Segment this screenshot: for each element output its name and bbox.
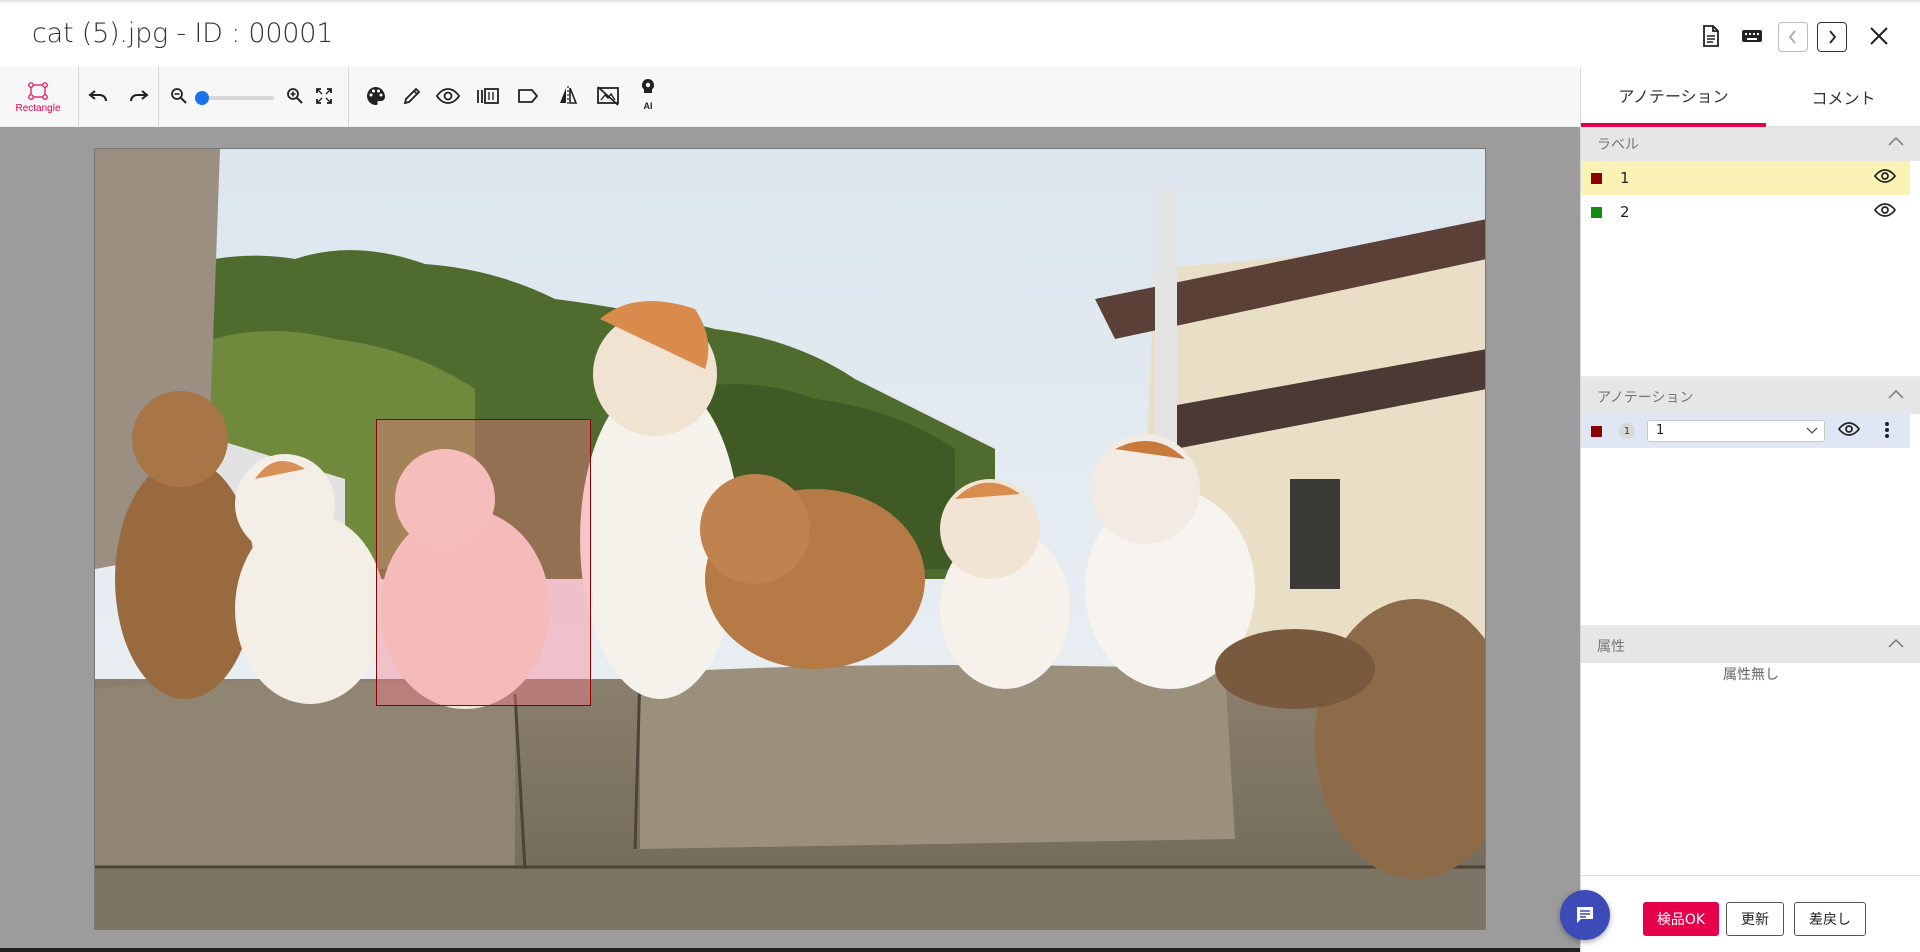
fit-screen-icon [316,88,332,104]
ai-assist-button[interactable]: AI [633,78,663,111]
zoom-slider[interactable] [195,91,274,105]
reject-button[interactable]: 差戻し [1794,902,1866,936]
library-icon [477,88,499,104]
annotation-color-swatch [1591,426,1602,437]
chevron-up-icon[interactable] [1887,637,1905,651]
eye-icon[interactable] [1838,420,1860,438]
chevron-right-icon [1829,30,1837,44]
toolbar-divider [348,67,349,127]
toolbar: Rectangle AI [0,67,1580,127]
ai-icon [641,78,655,93]
rectangle-icon [28,81,48,100]
library-button[interactable] [473,81,503,111]
annotation-label-value: 1 [1656,423,1665,438]
annotation-image[interactable] [94,148,1486,930]
label-color-swatch [1591,207,1602,218]
tab-annotation[interactable]: アノテーション [1581,67,1766,127]
tab-comment[interactable]: コメント [1766,67,1920,127]
label-icon [518,89,539,103]
chat-icon [1577,907,1593,923]
annotation-bounding-box[interactable] [376,419,591,706]
label-color-swatch [1591,173,1602,184]
visibility-button[interactable] [433,81,463,111]
more-options-icon[interactable] [1884,420,1890,440]
attributes-section-title: 属性 [1597,639,1625,655]
chat-button[interactable] [1560,890,1610,940]
label-item-name: 2 [1620,203,1630,221]
previous-button[interactable] [1778,22,1808,52]
rectangle-tool-button[interactable]: Rectangle [8,73,68,121]
flip-icon [560,86,578,106]
next-button[interactable] [1817,22,1847,52]
palette-button[interactable] [361,81,391,111]
canvas-bottom-edge [0,948,1580,952]
zoom-out-button[interactable] [164,81,194,111]
chevron-up-icon[interactable] [1887,135,1905,149]
approve-button[interactable]: 検品OK [1643,902,1719,936]
eye-icon[interactable] [1874,201,1896,219]
pencil-icon [403,87,421,105]
undo-icon [88,90,107,102]
close-icon[interactable] [1863,20,1895,52]
eye-icon [436,88,460,104]
label-button[interactable] [513,81,543,111]
chevron-left-icon [1788,30,1796,44]
no-attributes-text: 属性無し [1723,667,1779,683]
image-canvas[interactable] [0,127,1580,952]
ai-label: AI [643,101,653,111]
redo-button[interactable] [123,81,153,111]
keyboard-icon[interactable] [1736,20,1768,52]
fit-screen-button[interactable] [309,81,339,111]
label-item-1[interactable]: 1 [1581,161,1910,195]
document-icon[interactable] [1695,20,1727,52]
labels-section-header[interactable]: ラベル [1581,127,1920,161]
no-image-icon [597,86,619,106]
right-panel: アノテーション コメント ラベル 1 2 アノテーション 1 1 属性 属性無し… [1580,67,1920,952]
chevron-down-icon [1806,427,1818,434]
panel-footer: 検品OK 更新 差戻し [1581,875,1920,952]
labels-section-title: ラベル [1597,137,1639,153]
palette-icon [367,87,385,105]
zoom-out-icon [171,88,187,104]
header: cat (5).jpg - ID : 00001 [0,0,1920,67]
redo-icon [130,90,149,102]
zoom-in-button[interactable] [280,81,310,111]
toolbar-divider [78,67,79,127]
label-item-name: 1 [1620,169,1630,187]
annotation-label-select[interactable]: 1 [1647,420,1825,442]
panel-tabs: アノテーション コメント [1581,67,1920,127]
cat-photo [95,149,1485,929]
toolbar-divider [158,67,159,127]
annotation-index-badge: 1 [1619,423,1635,439]
annotations-section-header[interactable]: アノテーション [1581,380,1920,414]
chevron-up-icon[interactable] [1887,388,1905,402]
rectangle-tool-label: Rectangle [15,102,61,114]
hide-image-button[interactable] [593,81,623,111]
zoom-in-icon [287,88,303,104]
pencil-button[interactable] [397,81,427,111]
eye-icon[interactable] [1874,167,1896,185]
attributes-section-header[interactable]: 属性 [1581,629,1920,663]
undo-button[interactable] [84,81,114,111]
zoom-slider-thumb[interactable] [195,91,209,105]
label-item-2[interactable]: 2 [1581,195,1910,229]
annotation-item-1[interactable]: 1 1 [1581,414,1910,448]
annotations-section-title: アノテーション [1597,390,1694,406]
update-button[interactable]: 更新 [1726,902,1784,936]
flip-button[interactable] [553,81,583,111]
page-title: cat (5).jpg - ID : 00001 [32,18,334,49]
